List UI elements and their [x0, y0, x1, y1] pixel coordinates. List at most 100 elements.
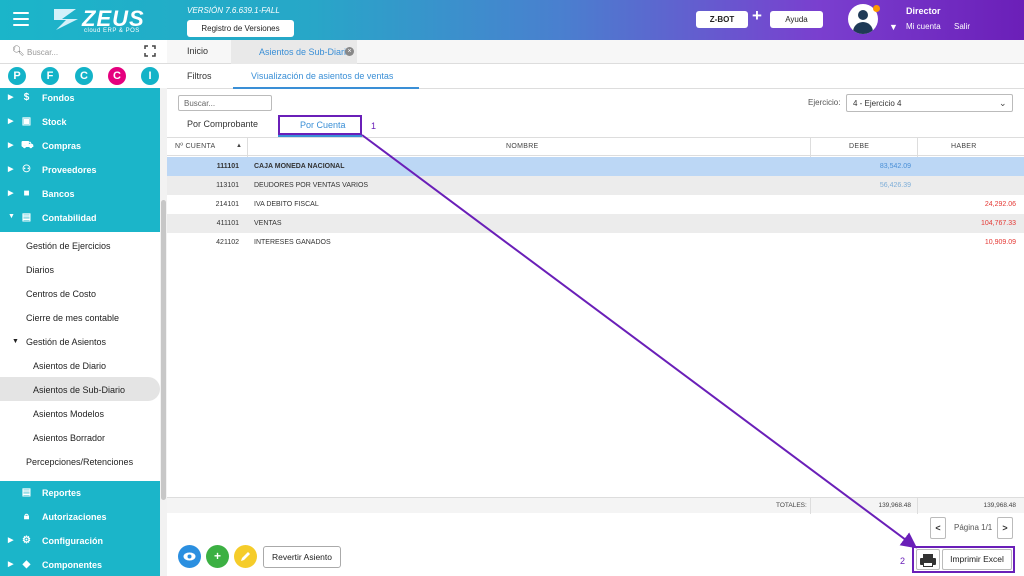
sidebar-item-diarios[interactable]: Diarios [0, 257, 160, 281]
gears-icon: ⚙ [22, 535, 31, 546]
sidebar-search[interactable]: 🔍︎ Buscar... [0, 40, 167, 64]
tab-asientos-subdiario[interactable]: Asientos de Sub-Diario × [231, 40, 357, 64]
shortcut-f[interactable]: F [41, 67, 59, 85]
search-icon: 🔍︎ [12, 46, 25, 57]
col-debe[interactable]: DEBE [849, 143, 869, 150]
sort-asc-icon[interactable]: ▲ [236, 143, 242, 149]
zbot-button[interactable]: Z-BOT [696, 11, 748, 28]
sidebar-scroll-thumb[interactable] [161, 200, 166, 500]
add-button[interactable]: + [206, 545, 229, 568]
tab-inicio[interactable]: Inicio [187, 46, 208, 56]
search-input[interactable]: Buscar... [178, 95, 272, 111]
sidebar-item-gestion-ejercicios[interactable]: Gestión de Ejercicios [0, 233, 160, 257]
table-row[interactable]: 214101 IVA DEBITO FISCAL 24,292.06 [167, 195, 1024, 214]
table-row[interactable]: 111101 CAJA MONEDA NACIONAL 83,542.09 [167, 157, 1024, 176]
report-icon: ▤ [21, 487, 32, 498]
zeus-mark-icon [54, 9, 78, 30]
shortcut-circles: P F C C I [0, 66, 167, 88]
notification-dot-icon [873, 5, 880, 12]
prev-page-button[interactable]: < [930, 517, 946, 539]
plus-icon: + [752, 6, 762, 25]
dollar-icon: $ [23, 92, 30, 103]
briefcase-icon: ■ [23, 188, 30, 199]
annotation-1: 1 [371, 121, 377, 131]
revertir-asiento-button[interactable]: Revertir Asiento [263, 546, 341, 568]
edit-button[interactable] [234, 545, 257, 568]
table-row[interactable]: 411101 VENTAS 104,767.33 [167, 214, 1024, 233]
shortcut-c-pink[interactable]: C [108, 67, 126, 85]
view-button[interactable] [178, 545, 201, 568]
sidebar-item-centros-costo[interactable]: Centros de Costo [0, 281, 160, 305]
tab-por-cuenta[interactable]: Por Cuenta [278, 115, 362, 135]
sidebar-item-reportes[interactable]: ▤ Reportes [0, 481, 160, 505]
tab-filtros[interactable]: Filtros [187, 71, 212, 81]
sidebar-item-asientos-subdiario[interactable]: Asientos de Sub-Diario [0, 377, 160, 401]
page-indicator: Página 1/1 [954, 523, 993, 532]
main-content: Inicio Asientos de Sub-Diario × Filtros … [167, 40, 1024, 576]
shortcut-c[interactable]: C [75, 67, 93, 85]
sidebar-item-bancos[interactable]: ▶ ■ Bancos [0, 182, 160, 206]
eye-icon [183, 552, 196, 561]
hamburger-menu-icon[interactable] [13, 12, 29, 26]
close-icon[interactable]: × [345, 47, 354, 56]
shortcut-p[interactable]: P [8, 67, 26, 85]
sidebar-item-componentes[interactable]: ▶ ◆ Componentes [0, 553, 160, 576]
chevron-down-icon[interactable]: ▼ [889, 22, 898, 32]
subtab-bar: Filtros Visualización de asientos de ven… [167, 64, 1024, 89]
zeus-logo[interactable]: ZEUS cloud ERP & POS [52, 6, 144, 36]
book-icon: ▤ [21, 212, 32, 223]
totals-label: TOTALES: [776, 502, 807, 509]
sidebar-search-input[interactable]: Buscar... [27, 48, 58, 57]
top-header: ZEUS cloud ERP & POS VERSIÓN 7.6.639.1-F… [0, 0, 1024, 40]
col-nombre[interactable]: NOMBRE [506, 143, 539, 150]
shortcut-i[interactable]: I [141, 67, 159, 85]
sidebar-item-configuracion[interactable]: ▶ ⚙ Configuración [0, 529, 160, 553]
version-label: VERSIÓN 7.6.639.1-FALL [187, 6, 280, 15]
next-page-button[interactable]: > [997, 517, 1013, 539]
sidebar-item-compras[interactable]: ▶ ⛟ Compras [0, 134, 160, 158]
table-row[interactable]: 113101 DEUDORES POR VENTAS VARIOS 56,426… [167, 176, 1024, 195]
ejercicio-select[interactable]: 4 - Ejercicio 4 ⌄ [846, 94, 1013, 112]
box-icon: ▣ [21, 116, 32, 127]
totals-row: TOTALES: 139,968.48 139,968.48 [167, 497, 1024, 514]
puzzle-icon: ◆ [22, 559, 31, 570]
sidebar-item-percepciones[interactable]: Percepciones/Retenciones [0, 449, 160, 473]
annotation-2: 2 [900, 556, 906, 566]
lock-icon: 🔒︎ [23, 511, 30, 522]
pencil-icon [241, 552, 250, 561]
people-icon: ⚇ [22, 164, 31, 175]
chevron-down-icon: ▼ [12, 338, 19, 345]
sidebar: 🔍︎ Buscar... P F C C I ▶ $ Fondos ▶ ▣ Stoc… [0, 40, 167, 576]
ayuda-button[interactable]: Ayuda [770, 11, 823, 28]
sidebar-item-asientos-modelos[interactable]: Asientos Modelos [0, 401, 160, 425]
sidebar-item-cierre-mes[interactable]: Cierre de mes contable [0, 305, 160, 329]
col-haber[interactable]: HABER [951, 143, 977, 150]
ejercicio-label: Ejercicio: [808, 98, 841, 107]
sidebar-item-contabilidad[interactable]: ▼ ▤ Contabilidad [0, 206, 160, 230]
tab-por-comprobante[interactable]: Por Comprobante [187, 119, 258, 129]
registro-versiones-button[interactable]: Registro de Versiones [187, 20, 294, 37]
tab-visualizacion[interactable]: Visualización de asientos de ventas [233, 64, 419, 89]
chevron-down-icon: ⌄ [999, 98, 1007, 108]
sidebar-item-gestion-asientos[interactable]: ▼ Gestión de Asientos [0, 329, 160, 353]
imprimir-excel-button[interactable]: Imprimir Excel [942, 549, 1012, 570]
mi-cuenta-link[interactable]: Mi cuenta [906, 22, 941, 31]
tab-bar: Inicio Asientos de Sub-Diario × [167, 40, 1024, 64]
cart-icon: ⛟ [21, 140, 34, 151]
expand-icon[interactable] [144, 45, 156, 57]
total-debe: 139,968.48 [878, 502, 911, 509]
sidebar-item-fondos[interactable]: ▶ $ Fondos [0, 86, 160, 110]
logo-subtitle: cloud ERP & POS [84, 28, 140, 34]
sidebar-item-asientos-borrador[interactable]: Asientos Borrador [0, 425, 160, 449]
print-button[interactable] [916, 549, 940, 570]
user-name: Director [906, 6, 941, 16]
export-highlight: Imprimir Excel [912, 546, 1015, 573]
sidebar-item-proveedores[interactable]: ▶ ⚇ Proveedores [0, 158, 160, 182]
sidebar-item-stock[interactable]: ▶ ▣ Stock [0, 110, 160, 134]
col-cuenta[interactable]: Nº CUENTA [175, 143, 216, 150]
salir-link[interactable]: Salir [954, 22, 970, 31]
total-haber: 139,968.48 [983, 502, 1016, 509]
sidebar-item-autorizaciones[interactable]: 🔒︎ Autorizaciones [0, 505, 160, 529]
sidebar-item-asientos-diario[interactable]: Asientos de Diario [0, 353, 160, 377]
table-row[interactable]: 421102 INTERESES GANADOS 10,909.09 [167, 233, 1024, 252]
